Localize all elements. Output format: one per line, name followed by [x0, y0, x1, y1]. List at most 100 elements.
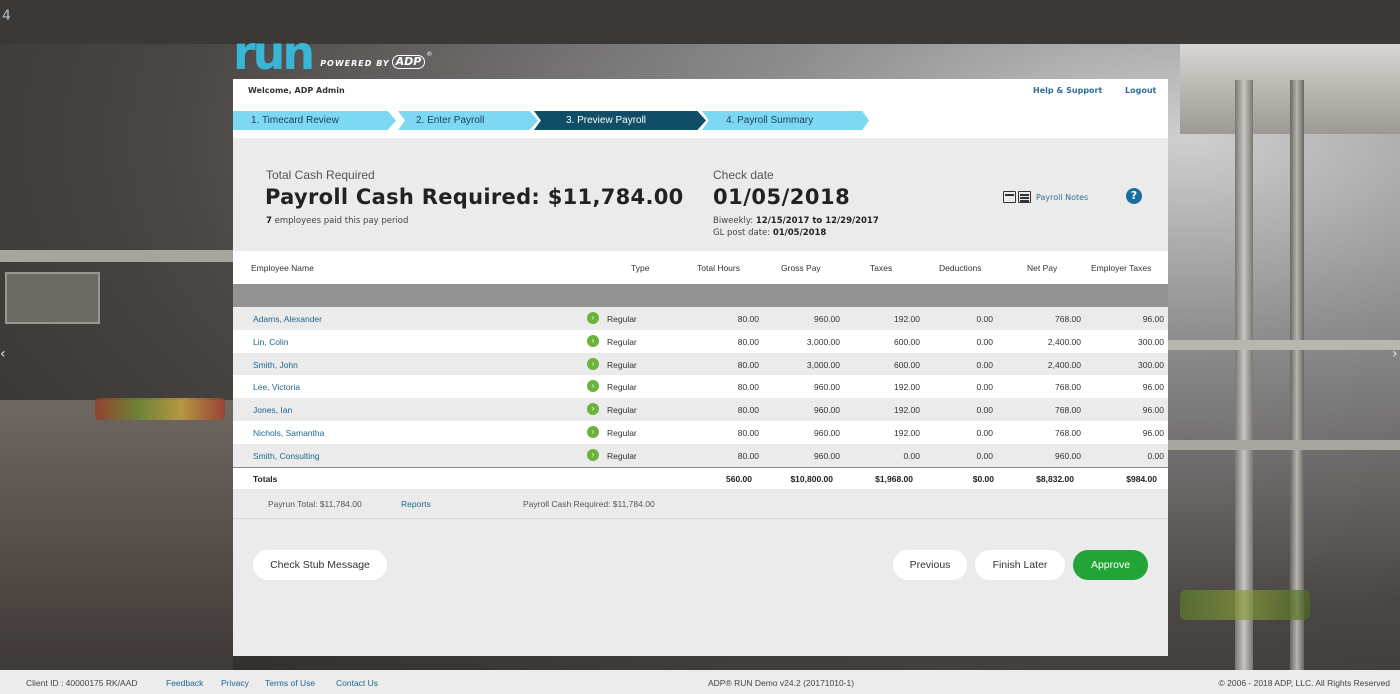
next-slide-arrow-icon[interactable]: ›	[1392, 346, 1400, 364]
table-row[interactable]: Lin, Colin › Regular 80.00 3,000.00 600.…	[233, 329, 1168, 353]
taxes: 192.00	[894, 382, 920, 393]
wizard-steps: 1. Timecard Review 2. Enter Payroll 3. P…	[233, 111, 1168, 138]
col-employer-taxes[interactable]: Employer Taxes	[1091, 263, 1151, 273]
deductions: 0.00	[976, 314, 993, 324]
deductions: 0.00	[976, 382, 993, 393]
check-date-label: Check date	[713, 168, 774, 182]
total-hours: 80.00	[737, 450, 759, 461]
totals-employer-taxes: $984.00	[1126, 473, 1157, 484]
gl-date: 01/05/2018	[772, 228, 827, 238]
gl-post-date: GL post date: 01/05/2018	[713, 228, 826, 238]
slide-number: 4	[2, 8, 11, 24]
approve-button[interactable]: Approve	[1073, 550, 1148, 580]
table-row[interactable]: Smith, John › Regular 80.00 3,000.00 600…	[233, 352, 1168, 376]
col-taxes[interactable]: Taxes	[870, 263, 892, 273]
payroll-panel: Welcome, ADP Admin Help & Support Logout…	[233, 79, 1168, 656]
employees-paid: 7 employees paid this pay period	[266, 216, 408, 226]
finish-later-button[interactable]: Finish Later	[975, 550, 1065, 580]
col-deductions[interactable]: Deductions	[939, 263, 982, 273]
pay-type: Regular	[607, 427, 637, 438]
go-arrow-icon[interactable]: ›	[587, 425, 599, 438]
net-pay: 2,400.00	[1047, 336, 1081, 347]
client-id: Client ID : 40000175 RK/AAD	[26, 678, 138, 688]
gl-label: GL post date:	[713, 228, 773, 238]
employer-taxes: 96.00	[1142, 427, 1164, 438]
col-type[interactable]: Type	[631, 263, 649, 273]
deductions: 0.00	[976, 405, 993, 416]
col-employee-name[interactable]: Employee Name	[251, 263, 314, 273]
copyright-text: © 2006 - 2018 ADP, LLC. All Rights Reser…	[1218, 678, 1390, 688]
payrun-total: Payrun Total: $11,784.00	[268, 498, 362, 509]
table-group-bar	[233, 284, 1168, 307]
employee-name-link[interactable]: Lin, Colin	[253, 337, 288, 347]
totals-net: $8,832.00	[1036, 473, 1074, 484]
gross-pay: 3,000.00	[806, 336, 840, 347]
employee-name-link[interactable]: Lee, Victoria	[253, 382, 300, 392]
employee-name-link[interactable]: Adams, Alexander	[253, 314, 322, 324]
terms-link[interactable]: Terms of Use	[265, 678, 315, 688]
col-net-pay[interactable]: Net Pay	[1027, 263, 1057, 273]
employee-rows: Adams, Alexander › Regular 80.00 960.00 …	[233, 307, 1168, 467]
check-stub-message-button[interactable]: Check Stub Message	[253, 550, 387, 580]
net-pay: 960.00	[1055, 450, 1081, 461]
payroll-notes-icon[interactable]	[1003, 191, 1016, 203]
previous-button[interactable]: Previous	[893, 550, 967, 580]
pay-type: Regular	[607, 405, 637, 416]
logo-powered-by: POWERED BY	[320, 59, 390, 68]
col-gross-pay[interactable]: Gross Pay	[781, 263, 821, 273]
payroll-notes[interactable]: Payroll Notes	[1003, 191, 1088, 203]
biweekly-range: 12/15/2017 to 12/29/2017	[755, 216, 879, 226]
payroll-summary-header: Total Cash Required Payroll Cash Require…	[233, 138, 1168, 251]
top-bar: Welcome, ADP Admin Help & Support Logout	[233, 79, 1168, 111]
table-row[interactable]: Lee, Victoria › Regular 80.00 960.00 192…	[233, 375, 1168, 399]
help-icon[interactable]: ?	[1126, 188, 1142, 204]
payroll-cash-required: Payroll Cash Required: $11,784.00	[265, 185, 684, 209]
logo-run: run	[233, 26, 315, 80]
reports-link[interactable]: Reports	[401, 499, 431, 509]
employees-text: employees paid this pay period	[271, 216, 409, 226]
net-pay: 768.00	[1055, 427, 1081, 438]
total-hours: 80.00	[737, 405, 759, 416]
employee-name-link[interactable]: Nichols, Samantha	[253, 428, 324, 438]
privacy-link[interactable]: Privacy	[221, 678, 249, 688]
employee-name-link[interactable]: Smith, John	[253, 360, 298, 370]
step-timecard-review[interactable]: 1. Timecard Review	[233, 111, 396, 130]
payroll-notes-list-icon[interactable]	[1018, 191, 1031, 203]
go-arrow-icon[interactable]: ›	[587, 357, 599, 370]
table-row[interactable]: Adams, Alexander › Regular 80.00 960.00 …	[233, 307, 1168, 330]
go-arrow-icon[interactable]: ›	[587, 312, 599, 324]
pay-type: Regular	[607, 450, 637, 461]
employee-name-link[interactable]: Jones, Ian	[253, 405, 292, 415]
totals-label: Totals	[253, 473, 278, 484]
payroll-cash-footer: Payroll Cash Required: $11,784.00	[523, 498, 655, 509]
col-total-hours[interactable]: Total Hours	[697, 263, 740, 273]
gross-pay: 3,000.00	[806, 359, 840, 370]
go-arrow-icon[interactable]: ›	[587, 380, 599, 393]
logout-link[interactable]: Logout	[1125, 86, 1156, 95]
step-payroll-summary[interactable]: 4. Payroll Summary	[702, 111, 869, 130]
contact-link[interactable]: Contact Us	[336, 678, 378, 688]
pay-type: Regular	[607, 336, 637, 347]
employer-taxes: 96.00	[1142, 314, 1164, 324]
employer-taxes: 300.00	[1138, 359, 1164, 370]
table-row[interactable]: Jones, Ian › Regular 80.00 960.00 192.00…	[233, 398, 1168, 421]
deductions: 0.00	[976, 359, 993, 370]
table-row[interactable]: Smith, Consulting › Regular 80.00 960.00…	[233, 443, 1168, 467]
step-enter-payroll[interactable]: 2. Enter Payroll	[398, 111, 538, 130]
go-arrow-icon[interactable]: ›	[587, 334, 599, 347]
total-hours: 80.00	[737, 359, 759, 370]
step-preview-payroll[interactable]: 3. Preview Payroll	[534, 111, 706, 130]
go-arrow-icon[interactable]: ›	[587, 403, 599, 416]
go-arrow-icon[interactable]: ›	[587, 448, 599, 461]
prev-slide-arrow-icon[interactable]: ‹	[0, 346, 14, 364]
employee-name-link[interactable]: Smith, Consulting	[253, 451, 320, 461]
totals-taxes: $1,968.00	[875, 473, 913, 484]
total-hours: 80.00	[737, 336, 759, 347]
employer-taxes: 96.00	[1142, 405, 1164, 416]
help-support-link[interactable]: Help & Support	[1033, 86, 1102, 95]
table-row[interactable]: Nichols, Samantha › Regular 80.00 960.00…	[233, 420, 1168, 444]
feedback-link[interactable]: Feedback	[166, 678, 203, 688]
deductions: 0.00	[976, 427, 993, 438]
total-hours: 80.00	[737, 314, 759, 324]
payroll-notes-link[interactable]: Payroll Notes	[1036, 193, 1088, 202]
